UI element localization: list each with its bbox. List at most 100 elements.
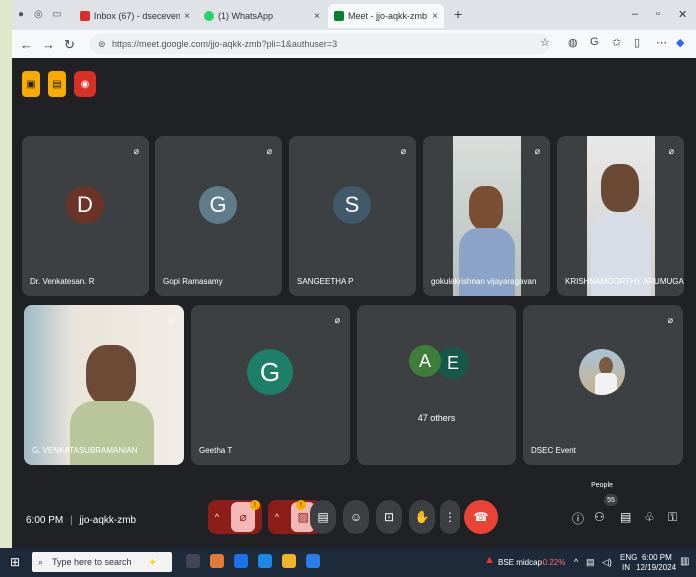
language-code[interactable]: ENG [620,553,637,562]
profile-icon[interactable]: ● [18,9,24,20]
people-icon[interactable]: ⚇ [594,510,605,524]
widgets-icon[interactable]: ✦ [148,556,157,569]
avatar: G [247,349,293,395]
participant-tile[interactable]: ⌀ S SANGEETHA P [289,136,416,296]
stock-name[interactable]: BSE midcap [498,558,542,567]
collections-icon[interactable]: ▯ [634,36,640,49]
more-options-button[interactable]: ⋮ [440,500,460,534]
back-icon[interactable]: ← [20,37,33,52]
more-vert-icon: ⋮ [444,510,456,524]
participant-name: DSEC Event [531,446,576,455]
present-button[interactable]: ⊡ [376,500,402,534]
activities-icon[interactable]: ♧ [644,510,655,524]
participant-video [453,136,521,296]
tray-chevron-icon[interactable]: ^ [574,557,578,567]
close-window-icon[interactable]: ✕ [678,8,687,21]
hand-raised-indicator-icon[interactable]: ▣ [22,71,40,97]
stock-icon: ▲ [484,554,495,566]
participant-tile[interactable]: ⌀ G Geetha T [191,305,350,465]
meeting-details-icon[interactable]: ⓘ [572,510,584,527]
chat-icon[interactable]: ▤ [620,510,631,524]
copilot-app-icon[interactable] [210,554,224,568]
emoji-icon: ☺ [349,510,363,524]
sync-icon[interactable]: G [590,36,599,48]
tab-meet[interactable]: Meet - jjo-aqkk-zmb × [328,4,444,28]
meeting-info: 6:00 PM | jjo-aqkk-zmb [26,515,136,526]
leave-call-button[interactable]: ☎ [464,500,498,534]
extension-icon[interactable]: ◍ [568,36,578,49]
mic-off-icon: ⌀ [400,146,406,156]
speaker-icon[interactable]: ◁) [602,557,612,568]
participant-video [24,305,184,465]
participant-tile[interactable]: ⌀ DSEC Event [523,305,683,465]
meet-stage: ▣ ▤ ◉ ⌀ D Dr. Venkatesan. R ⌀ G Gopi Ram… [12,58,696,548]
mic-off-icon: ⌀ [168,315,174,325]
copilot-icon[interactable]: ◆ [676,36,684,49]
mic-off-icon: ⌀ [534,146,540,156]
task-view-icon[interactable] [186,554,200,568]
refresh-icon[interactable]: ↻ [64,37,75,53]
url-field[interactable]: ⊜ https://meet.google.com/jjo-aqkk-zmb?p… [90,34,550,54]
participant-name: G. VENKATASUBRAMANIAN [32,446,138,455]
captions-indicator-icon[interactable]: ▤ [48,71,66,97]
participant-name: SANGEETHA P [297,277,354,286]
participant-tile[interactable]: ⌀ gokulakrishnan vijayaragavan [423,136,550,296]
avatar [579,349,625,395]
hand-icon: ✋ [414,510,430,524]
minimize-icon[interactable]: – [632,8,638,20]
tab-gmail[interactable]: Inbox (67) - dsecevents@dsengg × [74,4,196,28]
whatsapp-icon [204,11,214,21]
recording-icon[interactable]: ◉ [74,71,96,97]
captions-icon: ▤ [317,510,329,524]
search-icon: ⌕ [38,556,44,567]
participant-tile[interactable]: ⌀ D Dr. Venkatesan. R [22,136,149,296]
maximize-icon[interactable]: ▫ [656,8,660,20]
avatar: D [66,186,104,224]
host-controls-icon[interactable]: ⚿ [668,510,677,525]
tray-apps-icon[interactable]: ▤ [586,557,595,568]
camera-warning-badge: ! [296,500,306,510]
extension-icon[interactable]: ◎ [34,9,43,20]
meet-icon [334,11,344,21]
windows-start-icon[interactable]: ⊞ [10,555,20,569]
close-tab-icon[interactable]: × [184,11,190,22]
tab-actions-icon[interactable]: ▭ [52,9,61,20]
address-bar: ← → ↻ ⊜ https://meet.google.com/jjo-aqkk… [12,30,696,58]
raise-hand-button[interactable]: ✋ [409,500,435,534]
avatar: A [409,345,441,377]
edge-icon[interactable] [234,554,248,568]
bookmark-star-icon[interactable]: ☆ [540,36,550,49]
captions-button[interactable]: ▤ [310,500,336,534]
participant-tile[interactable]: ⌀ G Gopi Ramasamy [155,136,282,296]
tab-whatsapp[interactable]: (1) WhatsApp × [198,4,326,28]
avatar: S [333,186,371,224]
close-tab-icon[interactable]: × [432,11,438,22]
site-info-icon[interactable]: ⊜ [98,39,106,50]
new-tab-icon[interactable]: + [454,6,462,22]
close-tab-icon[interactable]: × [314,11,320,22]
mic-off-icon: ⌀ [334,315,340,325]
taskbar: ⊞ ⌕ Type here to search ✦ ▲ BSE midcap -… [0,548,696,577]
favorites-icon[interactable]: ✩ [612,36,621,49]
forward-icon[interactable]: → [42,37,55,52]
others-tile[interactable]: A E 47 others [357,305,516,465]
clock-time[interactable]: 6:00 PM [642,553,672,562]
file-explorer-icon[interactable] [282,554,296,568]
chevron-up-icon[interactable]: ^ [215,512,219,522]
tab-bar: ● ◎ ▭ Inbox (67) - dsecevents@dsengg × (… [12,0,696,30]
notifications-icon[interactable]: ▥ [680,556,689,567]
more-icon[interactable]: ⋯ [656,36,667,49]
mic-off-icon: ⌀ [668,146,674,156]
participant-tile[interactable]: ⌀ KRISHNAMOORTHY ARUMUGAM [557,136,684,296]
store-icon[interactable] [258,554,272,568]
gmail-icon [80,11,90,21]
mic-off-icon: ⌀ [667,315,673,325]
participant-tile[interactable]: ⌀ G. VENKATASUBRAMANIAN [24,305,184,465]
chevron-up-icon[interactable]: ^ [275,512,279,522]
url-text: https://meet.google.com/jjo-aqkk-zmb?pli… [112,39,338,49]
emoji-button[interactable]: ☺ [343,500,369,534]
search-placeholder: Type here to search [52,557,132,567]
mic-warning-badge: ! [250,500,260,510]
outlook-icon[interactable] [306,554,320,568]
tab-label: Inbox (67) - dsecevents@dsengg [93,11,181,21]
